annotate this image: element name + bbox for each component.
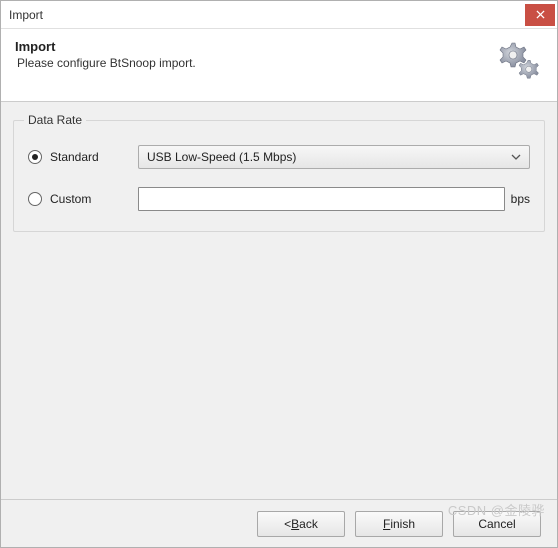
standard-radio-label: Standard [50, 150, 99, 164]
select-value: USB Low-Speed (1.5 Mbps) [147, 150, 296, 164]
header-subtitle: Please configure BtSnoop import. [15, 56, 196, 70]
cancel-label: Cancel [478, 517, 515, 531]
finish-mnemonic: F [383, 517, 390, 531]
radio-icon [28, 150, 42, 164]
standard-row: Standard USB Low-Speed (1.5 Mbps) [28, 145, 530, 169]
radio-icon [28, 192, 42, 206]
import-dialog: Import Import Please configure BtSnoop i… [0, 0, 558, 548]
finish-rest: inish [390, 517, 415, 531]
dialog-footer: < Back Finish Cancel [1, 499, 557, 547]
gears-icon [495, 39, 543, 87]
header-text: Import Please configure BtSnoop import. [15, 39, 196, 70]
titlebar: Import [1, 1, 557, 29]
standard-radio[interactable]: Standard [28, 150, 138, 164]
header-title: Import [15, 39, 196, 54]
bps-unit-label: bps [511, 192, 530, 206]
close-icon [536, 10, 545, 19]
chevron-down-icon [511, 152, 521, 162]
back-rest: ack [299, 517, 318, 531]
dialog-header: Import Please configure BtSnoop import. [1, 29, 557, 102]
back-mnemonic: B [291, 517, 299, 531]
close-button[interactable] [525, 4, 555, 26]
cancel-button[interactable]: Cancel [453, 511, 541, 537]
group-legend: Data Rate [24, 113, 86, 127]
custom-radio[interactable]: Custom [28, 192, 138, 206]
back-button[interactable]: < Back [257, 511, 345, 537]
back-prefix: < [284, 517, 291, 531]
data-rate-group: Data Rate Standard USB Low-Speed (1.5 Mb… [13, 120, 545, 232]
standard-speed-select[interactable]: USB Low-Speed (1.5 Mbps) [138, 145, 530, 169]
finish-button[interactable]: Finish [355, 511, 443, 537]
dialog-body: Data Rate Standard USB Low-Speed (1.5 Mb… [1, 102, 557, 499]
window-title: Import [9, 8, 43, 22]
custom-rate-input[interactable] [138, 187, 505, 211]
custom-row: Custom bps [28, 187, 530, 211]
custom-radio-label: Custom [50, 192, 91, 206]
